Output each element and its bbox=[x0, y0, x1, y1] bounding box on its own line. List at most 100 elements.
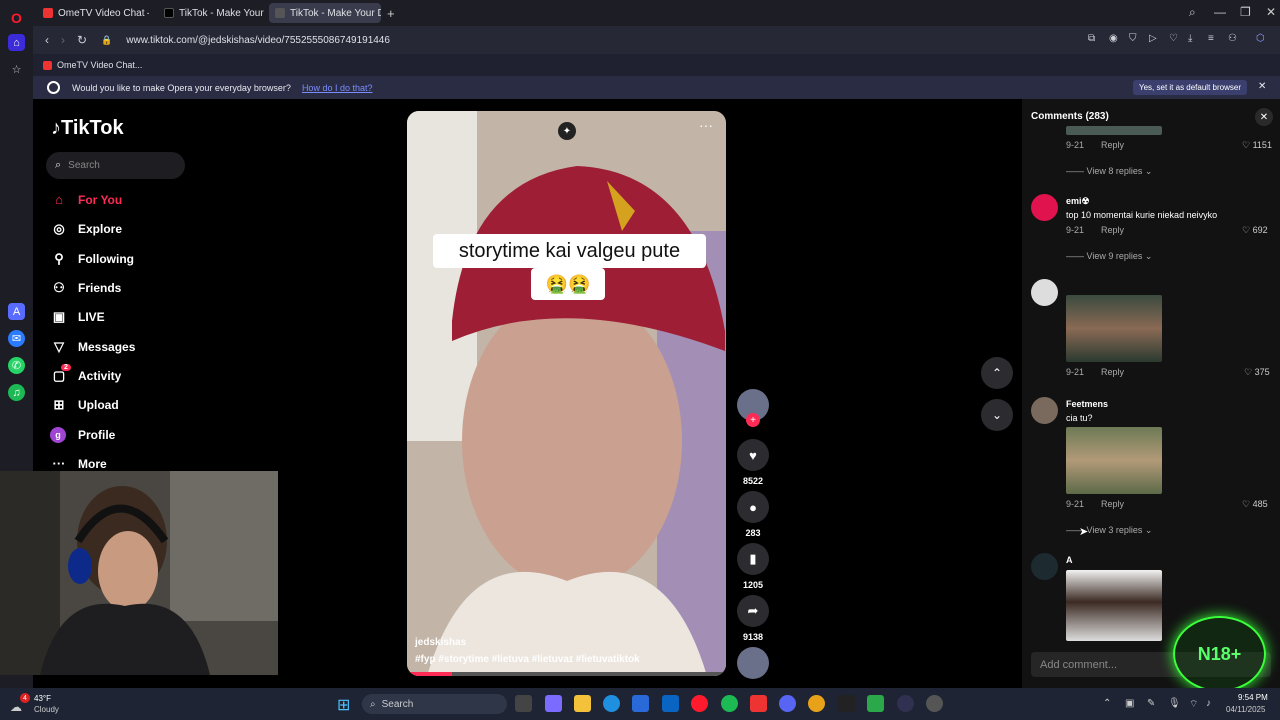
close-window-icon[interactable]: ✕ bbox=[1266, 5, 1276, 19]
spotify-taskbar-icon[interactable] bbox=[721, 695, 738, 712]
comment-like[interactable]: ♡ 692 bbox=[1242, 225, 1268, 236]
copilot-icon[interactable] bbox=[545, 695, 562, 712]
wifi-icon[interactable]: ⌔ bbox=[1189, 698, 1198, 711]
comment-like[interactable]: ♡ 1151 bbox=[1242, 140, 1272, 151]
comment-button[interactable]: ● bbox=[737, 491, 769, 523]
settings-icon[interactable] bbox=[926, 695, 943, 712]
tab-tiktok-1[interactable]: TikTok - Make Your Day bbox=[153, 3, 265, 23]
tray-chevron-icon[interactable]: ⌃ bbox=[1103, 698, 1111, 709]
outlook-icon[interactable] bbox=[662, 695, 679, 712]
tiktok-logo[interactable]: ♪TikTok bbox=[51, 117, 124, 140]
follow-plus-icon[interactable]: + bbox=[746, 413, 760, 427]
aria-icon[interactable]: A bbox=[8, 303, 25, 320]
discord-icon[interactable] bbox=[779, 695, 796, 712]
avatar[interactable] bbox=[1031, 553, 1058, 580]
nav-activity[interactable]: ▢ 2 Activity bbox=[50, 364, 121, 384]
windows-start-icon[interactable]: ⊞ bbox=[337, 695, 350, 715]
spotify-icon[interactable]: ♫ bbox=[8, 384, 25, 401]
view-replies-button[interactable]: —— View 8 replies ⌄ bbox=[1066, 166, 1152, 177]
volume-icon[interactable]: ♪ bbox=[1206, 698, 1211, 709]
store-icon[interactable] bbox=[632, 695, 649, 712]
tab-ometv[interactable]: OmeTV Video Chat — On bbox=[37, 3, 149, 23]
bookmark-ometv[interactable]: OmeTV Video Chat... bbox=[57, 60, 142, 70]
account-icon[interactable]: ⚇ bbox=[1228, 33, 1237, 44]
nav-live[interactable]: ▣ LIVE bbox=[50, 309, 105, 325]
tray-icon[interactable]: ▣ bbox=[1125, 698, 1134, 709]
download-icon[interactable]: ⤓ bbox=[1188, 33, 1192, 44]
snapshot-icon[interactable]: ⧉ bbox=[1088, 33, 1095, 44]
heart-icon[interactable]: ♡ bbox=[1169, 33, 1178, 44]
creator-avatar[interactable]: + bbox=[737, 389, 769, 427]
edge-icon[interactable] bbox=[603, 695, 620, 712]
search-input[interactable]: ⌕ Search bbox=[46, 152, 185, 179]
avatar[interactable] bbox=[1031, 194, 1058, 221]
comment-author[interactable]: A bbox=[1066, 555, 1073, 565]
clock-time[interactable]: 9:54 PM bbox=[1238, 693, 1268, 702]
video-player[interactable]: ✦ ··· jedskishas #fyp #storytime #lietuv… bbox=[407, 111, 726, 676]
taskbar-search[interactable]: ⌕ Search bbox=[362, 694, 507, 714]
comment-like[interactable]: ♡ 485 bbox=[1242, 499, 1268, 510]
comment-image[interactable] bbox=[1066, 570, 1162, 641]
like-button[interactable]: ♥ bbox=[737, 439, 769, 471]
play-icon[interactable]: ▷ bbox=[1149, 33, 1157, 44]
music-disc[interactable] bbox=[737, 647, 769, 679]
avatar[interactable] bbox=[1031, 397, 1058, 424]
video-hashtags[interactable]: #fyp #storytime #lietuva #lietuvaɪ #liet… bbox=[415, 654, 640, 665]
nav-for-you[interactable]: ⌂ For You bbox=[50, 192, 122, 207]
file-explorer-icon[interactable] bbox=[574, 695, 591, 712]
tray-icon[interactable]: ✎ bbox=[1147, 698, 1155, 709]
more-options-icon[interactable]: ··· bbox=[699, 117, 713, 133]
nav-upload[interactable]: ⊞ Upload bbox=[50, 397, 119, 413]
previous-video-button[interactable]: ⌃ bbox=[981, 357, 1013, 389]
view-replies-button[interactable]: —— View 9 replies ⌄ bbox=[1066, 251, 1152, 262]
url-field[interactable]: www.tiktok.com/@jedskishas/video/7552555… bbox=[126, 35, 390, 46]
search-tabs-icon[interactable]: ⌕ bbox=[1189, 5, 1196, 20]
nav-profile[interactable]: g Profile bbox=[50, 427, 115, 443]
avatar[interactable] bbox=[1031, 279, 1058, 306]
close-comments-icon[interactable]: ✕ bbox=[1255, 108, 1273, 126]
nav-friends[interactable]: ⚇ Friends bbox=[50, 280, 121, 296]
comment-image[interactable] bbox=[1066, 295, 1162, 362]
reply-button[interactable]: Reply bbox=[1101, 140, 1124, 150]
comment-image[interactable] bbox=[1066, 427, 1162, 494]
mic-icon[interactable]: 🎙 bbox=[1168, 698, 1181, 709]
set-default-button[interactable]: Yes, set it as default browser bbox=[1133, 80, 1247, 95]
tab-tiktok-2[interactable]: TikTok - Make Your Da bbox=[269, 3, 381, 23]
nav-more[interactable]: ··· More bbox=[50, 456, 107, 471]
app-icon[interactable] bbox=[838, 695, 855, 712]
video-progress-track[interactable] bbox=[407, 672, 726, 676]
back-icon[interactable]: ‹ bbox=[45, 33, 49, 47]
new-tab-icon[interactable]: + bbox=[387, 6, 395, 21]
minimize-icon[interactable]: — bbox=[1214, 5, 1226, 19]
opera-logo-icon[interactable]: O bbox=[8, 9, 25, 26]
video-author[interactable]: jedskishas bbox=[415, 637, 466, 648]
reload-icon[interactable]: ↻ bbox=[77, 33, 87, 47]
nav-following[interactable]: ⚲ Following bbox=[50, 251, 134, 267]
nav-messages[interactable]: ▽ Messages bbox=[50, 339, 135, 355]
reply-button[interactable]: Reply bbox=[1101, 225, 1124, 235]
reply-button[interactable]: Reply bbox=[1101, 499, 1124, 509]
app-icon[interactable] bbox=[867, 695, 884, 712]
chrome-icon[interactable] bbox=[808, 695, 825, 712]
star-icon[interactable]: ☆ bbox=[8, 61, 25, 78]
nav-explore[interactable]: ◎ Explore bbox=[50, 221, 122, 237]
clock-date[interactable]: 04/11/2025 bbox=[1226, 705, 1265, 714]
comment-like[interactable]: ♡ 375 bbox=[1244, 367, 1270, 378]
messenger-icon[interactable]: ✉ bbox=[8, 330, 25, 347]
menu-icon[interactable]: ≡ bbox=[1208, 33, 1214, 44]
opera-taskbar-icon[interactable] bbox=[691, 695, 708, 712]
opera-gx-icon[interactable] bbox=[750, 695, 767, 712]
comment-image[interactable] bbox=[1066, 126, 1162, 135]
camera-icon[interactable]: ◉ bbox=[1109, 33, 1118, 44]
next-video-button[interactable]: ⌄ bbox=[981, 399, 1013, 431]
maximize-icon[interactable]: ❐ bbox=[1240, 5, 1251, 19]
home-icon[interactable]: ⌂ bbox=[8, 34, 25, 51]
close-bar-icon[interactable]: ✕ bbox=[1258, 81, 1266, 92]
how-to-link[interactable]: How do I do that? bbox=[302, 83, 373, 93]
shield-icon[interactable]: ⛉ bbox=[1129, 33, 1137, 44]
extensions-icon[interactable]: ⬡ bbox=[1256, 33, 1265, 44]
obs-icon[interactable] bbox=[897, 695, 914, 712]
whatsapp-icon[interactable]: ✆ bbox=[8, 357, 25, 374]
forward-icon[interactable]: › bbox=[61, 33, 65, 47]
effects-icon[interactable]: ✦ bbox=[558, 122, 576, 140]
